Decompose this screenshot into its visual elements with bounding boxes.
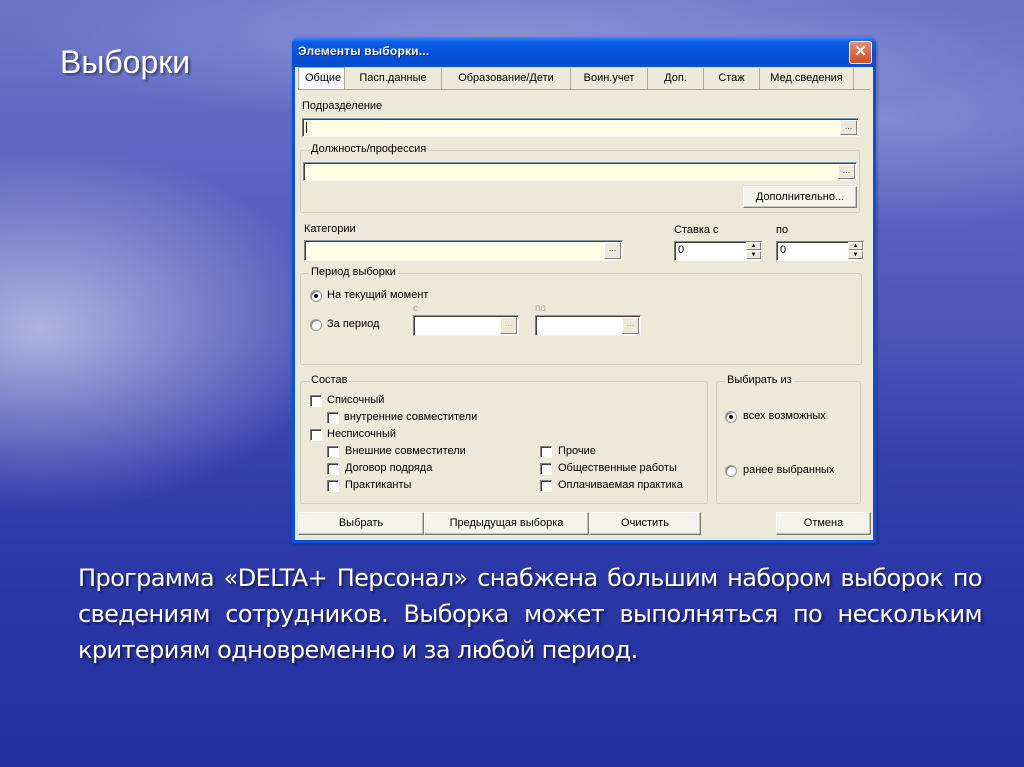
period-current-radio[interactable] bbox=[310, 290, 322, 302]
period-from-label: с bbox=[413, 303, 418, 314]
rate-to-value: 0 bbox=[780, 244, 787, 256]
checkbox-interns[interactable] bbox=[327, 480, 339, 492]
tab-additional[interactable]: Доп. bbox=[648, 68, 704, 89]
period-range-label: За период bbox=[327, 318, 380, 330]
position-group: Должность/профессия ... Дополнительно... bbox=[300, 143, 860, 213]
category-browse-button[interactable]: ... bbox=[604, 242, 621, 259]
rate-from-label: Ставка с bbox=[674, 224, 719, 236]
tab-general[interactable]: Общие bbox=[298, 67, 345, 89]
tab-page-general: Подразделение ... Должность/профессия ..… bbox=[298, 89, 870, 510]
previous-selection-button[interactable]: Предыдущая выборка bbox=[424, 512, 589, 535]
checkbox-listed[interactable] bbox=[310, 395, 322, 407]
composition-group-title: Состав bbox=[309, 374, 350, 386]
division-browse-button[interactable]: ... bbox=[840, 120, 857, 135]
checkbox-external-part-time[interactable] bbox=[327, 446, 339, 458]
tab-bar: Общие Пасп.данные Образование/Дети Воин.… bbox=[298, 67, 854, 89]
rate-to-spinner[interactable]: 0 ▲ ▼ bbox=[776, 241, 864, 261]
checkbox-non-listed[interactable] bbox=[310, 429, 322, 441]
period-current-label: На текущий момент bbox=[327, 289, 429, 301]
choose-previous-radio[interactable] bbox=[725, 465, 737, 477]
period-from-field[interactable]: ... bbox=[413, 315, 519, 336]
choose-from-group-title: Выбирать из bbox=[725, 374, 794, 386]
category-field[interactable]: ... bbox=[304, 240, 623, 261]
tab-passport[interactable]: Пасп.данные bbox=[345, 68, 442, 89]
choose-previous-label: ранее выбранных bbox=[743, 464, 835, 476]
external-part-time-label: Внешние совместители bbox=[345, 445, 466, 457]
more-button[interactable]: Дополнительно... bbox=[743, 186, 857, 208]
close-button[interactable]: ✕ bbox=[849, 41, 872, 64]
clear-button[interactable]: Очистить bbox=[589, 512, 701, 535]
checkbox-paid-internship[interactable] bbox=[540, 480, 552, 492]
listed-label: Списочный bbox=[327, 394, 385, 406]
tab-military[interactable]: Воин.учет bbox=[571, 68, 648, 89]
division-label: Подразделение bbox=[302, 100, 383, 112]
choose-from-group: Выбирать из всех возможных ранее выбранн… bbox=[716, 374, 861, 504]
dialog-client: Общие Пасп.данные Образование/Дети Воин.… bbox=[295, 67, 873, 540]
choose-all-label: всех возможных bbox=[743, 410, 826, 422]
internal-part-time-label: внутренние совместители bbox=[344, 411, 478, 423]
position-group-title: Должность/профессия bbox=[309, 143, 429, 155]
composition-group: Состав Списочный внутренние совместители… bbox=[300, 374, 708, 504]
select-button[interactable]: Выбрать bbox=[298, 512, 424, 535]
checkbox-internal-part-time[interactable] bbox=[327, 412, 339, 424]
period-to-label: по bbox=[535, 303, 546, 314]
checkbox-other[interactable] bbox=[540, 446, 552, 458]
rate-to-down-arrow[interactable]: ▼ bbox=[848, 251, 863, 259]
choose-all-radio[interactable] bbox=[725, 411, 737, 423]
contract-label: Договор подряда bbox=[345, 462, 433, 474]
period-to-browse-button[interactable]: ... bbox=[622, 317, 639, 334]
rate-from-value: 0 bbox=[678, 244, 685, 256]
tab-education[interactable]: Образование/Дети bbox=[442, 68, 571, 89]
rate-from-up-arrow[interactable]: ▲ bbox=[746, 242, 761, 250]
period-range-radio[interactable] bbox=[310, 319, 322, 331]
other-label: Прочие bbox=[558, 445, 596, 457]
interns-label: Практиканты bbox=[345, 479, 412, 491]
close-icon: ✕ bbox=[854, 43, 867, 60]
public-works-label: Общественные работы bbox=[558, 462, 677, 474]
rate-from-down-arrow[interactable]: ▼ bbox=[746, 251, 761, 259]
period-from-browse-button[interactable]: ... bbox=[500, 317, 517, 334]
tab-medical[interactable]: Мед.сведения bbox=[760, 68, 854, 89]
slide-body-text: Программа «DELTA+ Персонал» снабжена бол… bbox=[78, 564, 983, 664]
rate-from-spinner[interactable]: 0 ▲ ▼ bbox=[674, 241, 762, 261]
non-listed-label: Несписочный bbox=[327, 428, 397, 440]
period-to-field[interactable]: ... bbox=[535, 315, 641, 336]
dialog-title: Элементы выборки... bbox=[298, 44, 430, 58]
checkbox-contract[interactable] bbox=[327, 463, 339, 475]
rate-to-up-arrow[interactable]: ▲ bbox=[848, 242, 863, 250]
position-browse-button[interactable]: ... bbox=[838, 164, 855, 179]
selection-dialog: Элементы выборки... ✕ Общие Пасп.данные … bbox=[292, 37, 876, 543]
position-field[interactable]: ... bbox=[303, 162, 857, 181]
period-group: Период выборки На текущий момент с по За… bbox=[300, 266, 862, 365]
checkbox-public-works[interactable] bbox=[540, 463, 552, 475]
division-field[interactable]: ... bbox=[302, 118, 859, 137]
dialog-titlebar[interactable]: Элементы выборки... ✕ bbox=[292, 37, 876, 67]
category-label: Категории bbox=[304, 223, 356, 235]
slide-title: Выборки bbox=[60, 44, 191, 80]
rate-to-label: по bbox=[776, 224, 789, 236]
tab-experience[interactable]: Стаж bbox=[704, 68, 760, 89]
cancel-button[interactable]: Отмена bbox=[776, 512, 871, 535]
text-cursor bbox=[306, 122, 307, 133]
paid-internship-label: Оплачиваемая практика bbox=[558, 479, 683, 491]
period-group-title: Период выборки bbox=[309, 266, 398, 278]
